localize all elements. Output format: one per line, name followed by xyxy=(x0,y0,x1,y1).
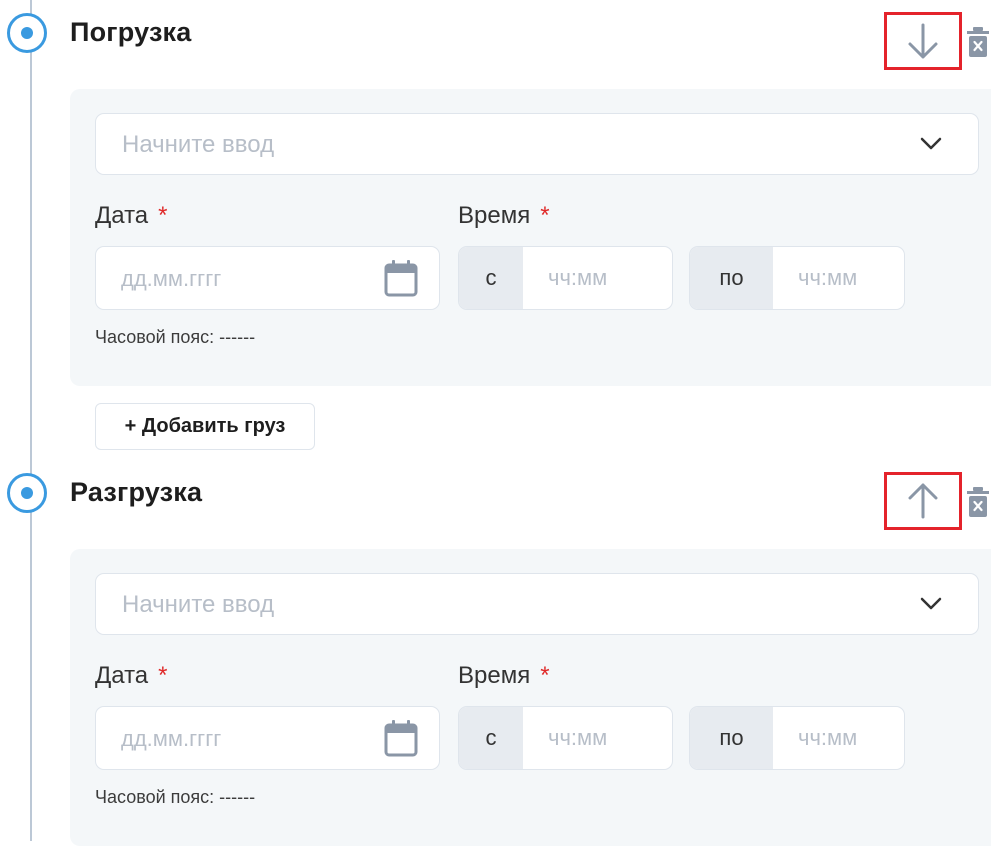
arrow-down-icon xyxy=(908,23,938,59)
address-placeholder: Начните ввод xyxy=(122,591,275,618)
chevron-down-icon xyxy=(920,137,942,150)
add-cargo-button[interactable]: + Добавить груз xyxy=(95,403,315,450)
required-mark: * xyxy=(540,202,550,229)
date-input[interactable]: дд.мм.гггг xyxy=(95,246,440,310)
time-from-prefix: с xyxy=(459,247,523,309)
timezone-text: Часовой пояс: ------ xyxy=(95,787,256,807)
date-input[interactable]: дд.мм.гггг xyxy=(95,706,440,770)
time-from-input[interactable]: чч:мм xyxy=(523,707,672,769)
address-select[interactable]: Начните ввод xyxy=(95,573,979,635)
time-to-prefix: по xyxy=(690,247,773,309)
address-placeholder: Начните ввод xyxy=(122,131,275,158)
unloading-card: Начните ввод Дата * Время * дд.мм.гггг с ч… xyxy=(70,549,991,846)
calendar-icon[interactable] xyxy=(384,259,418,297)
timezone-text: Часовой пояс: ------ xyxy=(95,327,256,347)
trash-icon[interactable] xyxy=(966,486,990,518)
time-from-group[interactable]: с чч:мм xyxy=(458,706,673,770)
time-to-group[interactable]: по чч:мм xyxy=(689,246,905,310)
calendar-icon[interactable] xyxy=(384,719,418,757)
time-label: Время * xyxy=(458,662,550,689)
timeline-line xyxy=(30,0,32,841)
step-title-loading: Погрузка xyxy=(70,17,192,47)
time-from-input[interactable]: чч:мм xyxy=(523,247,672,309)
date-placeholder: дд.мм.гггг xyxy=(121,266,222,291)
chevron-down-icon xyxy=(920,597,942,610)
time-from-prefix: с xyxy=(459,707,523,769)
time-to-prefix: по xyxy=(690,707,773,769)
loading-card: Начните ввод Дата * Время * дд.мм.гггг с ч… xyxy=(70,89,991,386)
required-mark: * xyxy=(158,662,168,689)
move-up-button[interactable] xyxy=(884,472,962,530)
required-mark: * xyxy=(158,202,168,229)
trash-icon[interactable] xyxy=(966,26,990,58)
time-to-input[interactable]: чч:мм xyxy=(773,247,904,309)
step-title-unloading: Разгрузка xyxy=(70,477,203,507)
time-label: Время * xyxy=(458,202,550,229)
date-label: Дата * xyxy=(95,202,168,229)
address-select[interactable]: Начните ввод xyxy=(95,113,979,175)
time-from-group[interactable]: с чч:мм xyxy=(458,246,673,310)
date-placeholder: дд.мм.гггг xyxy=(121,726,222,751)
arrow-up-icon xyxy=(908,483,938,519)
move-down-button[interactable] xyxy=(884,12,962,70)
time-to-input[interactable]: чч:мм xyxy=(773,707,904,769)
required-mark: * xyxy=(540,662,550,689)
step-marker-unloading xyxy=(7,473,47,513)
date-label: Дата * xyxy=(95,662,168,689)
step-marker-loading xyxy=(7,13,47,53)
time-to-group[interactable]: по чч:мм xyxy=(689,706,905,770)
